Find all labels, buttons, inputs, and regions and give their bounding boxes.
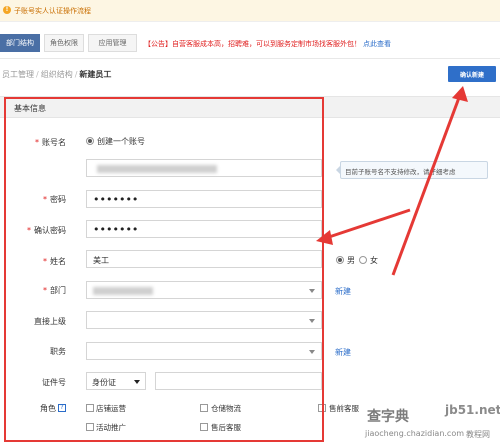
blurred-value <box>97 165 217 173</box>
password-label: * 密码 <box>43 195 66 204</box>
role-checkbox-aftersales[interactable] <box>200 423 208 431</box>
id-number-label: 证件号 <box>42 378 66 387</box>
annotation-arrow-to-form <box>325 208 411 240</box>
tab-role-permissions[interactable]: 角色权限 <box>44 34 84 52</box>
chevron-down-icon <box>309 319 315 323</box>
role-label-warehouse: 仓储物流 <box>211 404 241 413</box>
confirm-password-label: * 确认密码 <box>27 226 66 235</box>
role-label-aftersales: 售后客服 <box>211 423 241 432</box>
tab-bar: 部门结构 角色权限 应用管理 【公告】自营客服成本高，招聘难，可以到服务定制市场… <box>0 34 500 54</box>
confirm-password-input[interactable]: ••••••• <box>86 220 322 238</box>
warning-icon: ! <box>3 6 11 14</box>
password-input[interactable]: ••••••• <box>86 190 322 208</box>
gender-female-label: 女 <box>370 256 378 265</box>
annotation-highlight-box <box>4 97 324 442</box>
role-label-presales: 售前客服 <box>329 404 359 413</box>
name-input[interactable]: 美工 <box>86 250 322 268</box>
announcement-text: 【公告】自营客服成本高，招聘难，可以到服务定制市场找客服外包！ <box>144 40 361 48</box>
role-checkbox-warehouse[interactable] <box>200 404 208 412</box>
role-label-promotion: 活动推广 <box>96 423 126 432</box>
name-label: * 姓名 <box>43 257 66 266</box>
create-account-radio-label: 创建一个账号 <box>97 137 145 146</box>
help-icon[interactable]: ? <box>58 404 66 412</box>
account-name-tooltip: 目前子账号名不支持修改，请仔细考虑 <box>340 161 488 179</box>
account-name-input[interactable] <box>86 159 322 177</box>
gender-male-radio[interactable] <box>336 256 344 264</box>
role-label-store-ops: 店铺运营 <box>96 404 126 413</box>
divider <box>0 58 500 59</box>
position-select[interactable] <box>86 342 322 360</box>
section-header: 基本信息 <box>0 96 500 118</box>
role-checkbox-promotion[interactable] <box>86 423 94 431</box>
announcement: 【公告】自营客服成本高，招聘难，可以到服务定制市场找客服外包！ 点此查看 <box>144 39 391 49</box>
role-checkbox-presales[interactable] <box>318 404 326 412</box>
announcement-view-link[interactable]: 点此查看 <box>363 40 391 48</box>
create-account-radio[interactable] <box>86 137 94 145</box>
confirm-create-button[interactable]: 确认新建 <box>448 66 496 82</box>
id-type-select[interactable]: 身份证 <box>86 372 146 390</box>
breadcrumb-separator: / <box>36 70 39 79</box>
department-label: * 部门 <box>43 286 66 295</box>
confirm-password-value: ••••••• <box>93 223 139 236</box>
chevron-down-icon <box>309 289 315 293</box>
role-checkbox-store-ops[interactable] <box>86 404 94 412</box>
blurred-value <box>93 287 153 295</box>
roles-label: 角色 <box>40 404 56 413</box>
notice-bar: ! 子账号实人认证操作流程 <box>0 0 500 22</box>
breadcrumb-employee-management[interactable]: 员工管理 <box>2 70 34 79</box>
breadcrumb-separator: / <box>74 70 78 79</box>
gender-female-radio[interactable] <box>359 256 367 264</box>
watermark-site: jb51.net <box>445 403 500 417</box>
section-title: 基本信息 <box>14 104 46 113</box>
new-position-link[interactable]: 新建 <box>335 347 351 358</box>
tab-app-management[interactable]: 应用管理 <box>88 34 137 52</box>
chevron-down-icon <box>309 350 315 354</box>
department-select[interactable] <box>86 281 322 299</box>
notice-link[interactable]: 子账号实人认证操作流程 <box>14 6 91 16</box>
watermark-logo-sub: 教程网 <box>466 430 490 439</box>
password-value: ••••••• <box>93 193 139 206</box>
chevron-down-icon <box>134 380 140 384</box>
watermark-logo: 查字典 <box>367 409 409 425</box>
id-type-value: 身份证 <box>92 378 116 387</box>
supervisor-label: 直接上级 <box>34 317 66 326</box>
id-number-input[interactable] <box>155 372 322 390</box>
tab-department-structure[interactable]: 部门结构 <box>0 34 40 52</box>
name-value: 美工 <box>93 256 109 265</box>
position-label: 职务 <box>50 347 66 356</box>
supervisor-select[interactable] <box>86 311 322 329</box>
breadcrumb-org-structure[interactable]: 组织结构 <box>41 70 73 79</box>
annotation-arrow-to-button <box>391 94 462 276</box>
account-name-label: * 账号名 <box>35 138 66 147</box>
new-department-link[interactable]: 新建 <box>335 286 351 297</box>
breadcrumb: 员工管理 / 组织结构 / 新建员工 <box>2 69 111 80</box>
breadcrumb-current: 新建员工 <box>79 70 112 79</box>
tooltip-text: 目前子账号名不支持修改，请仔细考虑 <box>345 168 456 176</box>
watermark-url: jiaocheng.chazidian.com <box>365 429 465 438</box>
gender-male-label: 男 <box>347 256 355 265</box>
